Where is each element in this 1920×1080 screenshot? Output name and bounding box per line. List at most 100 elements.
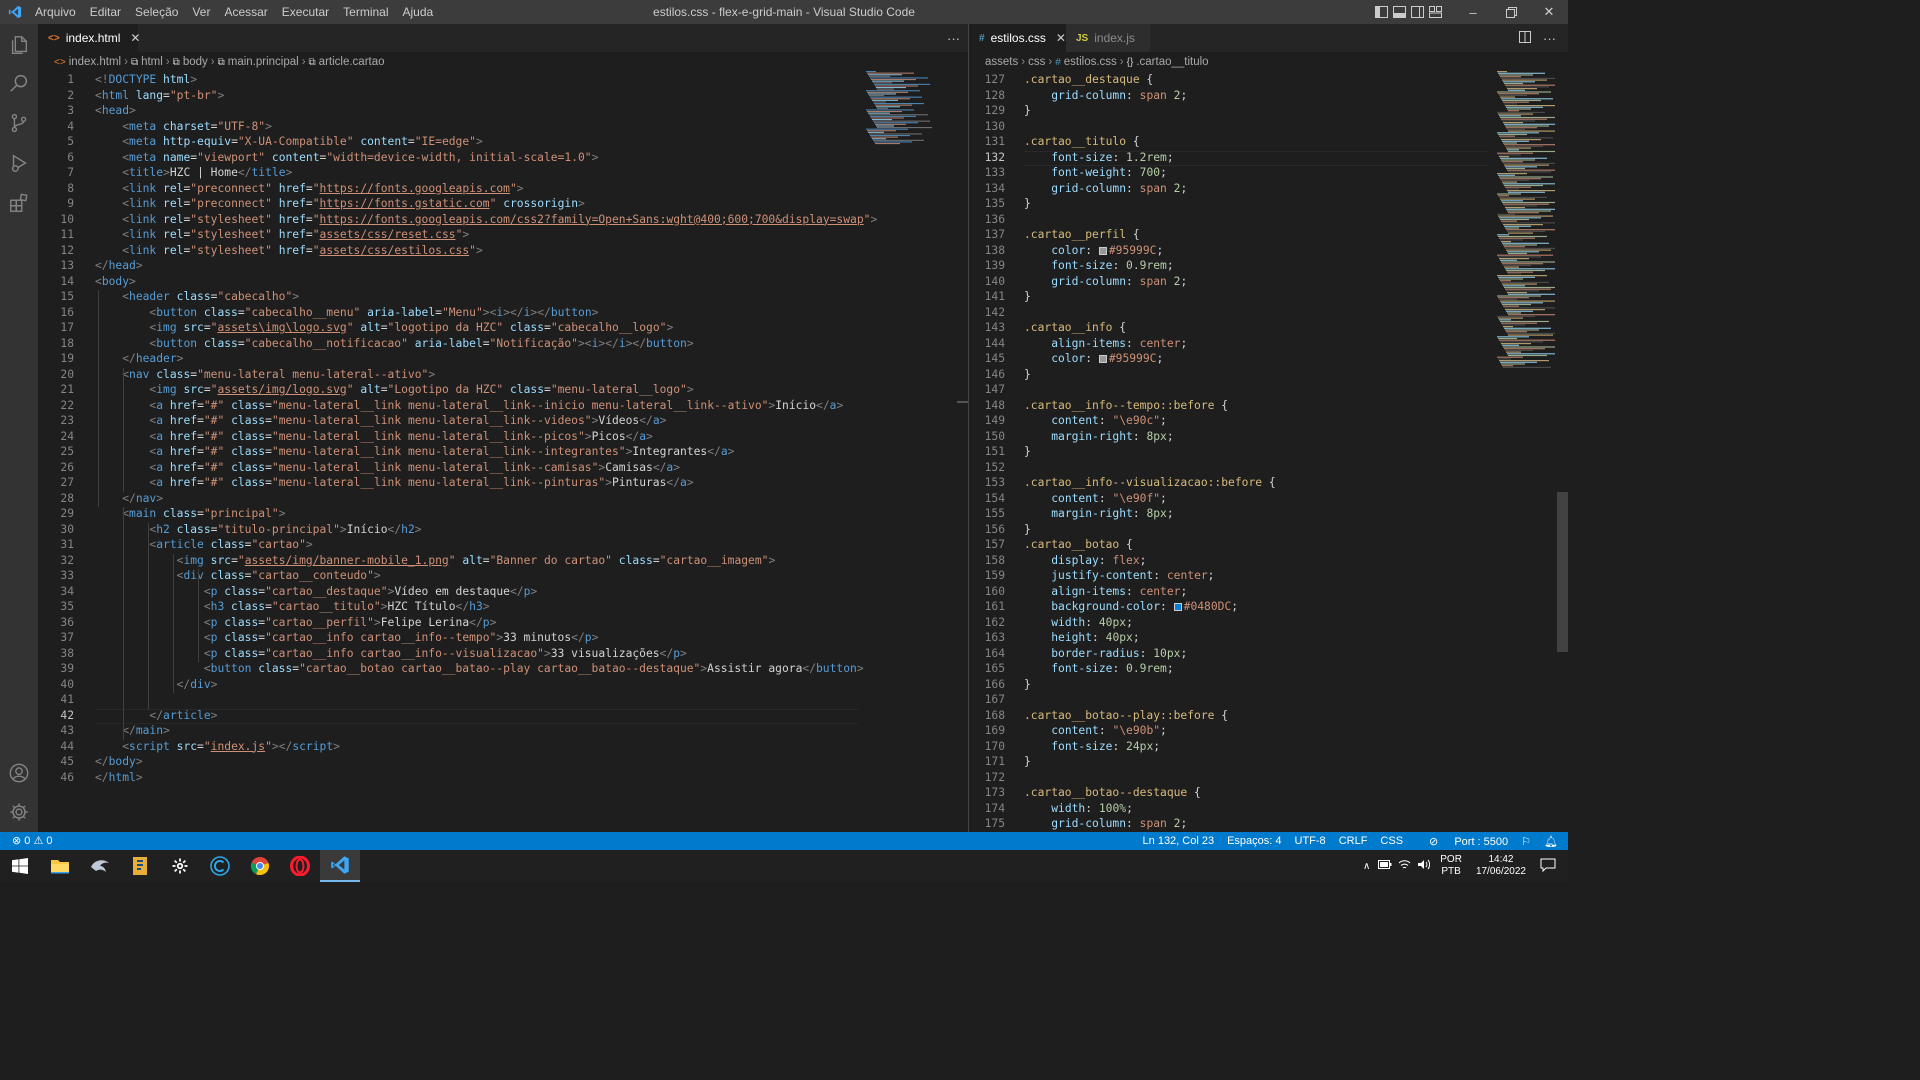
menu-ajuda[interactable]: Ajuda: [396, 0, 441, 24]
line-number[interactable]: 39: [38, 662, 74, 675]
code-line[interactable]: color: #95999C;: [1024, 244, 1163, 257]
code-line[interactable]: .cartao__titulo {: [1024, 135, 1140, 148]
line-number[interactable]: 162: [969, 616, 1005, 629]
photoshop-folder-icon[interactable]: [120, 850, 160, 882]
code-line[interactable]: .cartao__botao--play::before {: [1024, 709, 1228, 722]
code-line[interactable]: width: 100%;: [1024, 802, 1133, 815]
code-line[interactable]: <link rel="stylesheet" href="assets/css/…: [95, 228, 469, 241]
line-number[interactable]: 29: [38, 507, 74, 520]
code-line[interactable]: <p class="cartao__perfil">Felipe Lerina<…: [95, 616, 497, 629]
input-language[interactable]: POR PTB: [1440, 854, 1462, 878]
menu-terminal[interactable]: Terminal: [336, 0, 395, 24]
volume-icon[interactable]: [1417, 859, 1431, 873]
code-line[interactable]: </article>: [95, 709, 217, 722]
line-number[interactable]: 7: [38, 166, 74, 179]
line-number[interactable]: 160: [969, 585, 1005, 598]
code-line[interactable]: .cartao__botao {: [1024, 538, 1133, 551]
code-line[interactable]: <header class="cabecalho">: [95, 290, 299, 303]
minimap-left[interactable]: [864, 71, 954, 151]
code-line[interactable]: .cartao__info--visualizacao::before {: [1024, 476, 1276, 489]
code-line[interactable]: content: "\e90c";: [1024, 414, 1167, 427]
line-number[interactable]: 43: [38, 724, 74, 737]
line-number[interactable]: 166: [969, 678, 1005, 691]
encoding[interactable]: UTF-8: [1295, 835, 1326, 847]
code-line[interactable]: <link rel="stylesheet" href="https://fon…: [95, 213, 877, 226]
code-line[interactable]: font-weight: 700;: [1024, 166, 1167, 179]
line-number[interactable]: 6: [38, 151, 74, 164]
code-line[interactable]: grid-column: span 2;: [1024, 182, 1187, 195]
code-line[interactable]: .cartao__info--tempo::before {: [1024, 399, 1228, 412]
code-line[interactable]: .cartao__botao--destaque {: [1024, 786, 1201, 799]
line-number[interactable]: 168: [969, 709, 1005, 722]
code-line[interactable]: <p class="cartao__info cartao__info--vis…: [95, 647, 687, 660]
code-editor-html[interactable]: 1 <!DOCTYPE html> 2 <html lang="pt-br"> 3 <he…: [38, 71, 968, 832]
code-line[interactable]: <a href="#" class="menu-lateral__link me…: [95, 476, 693, 489]
line-number[interactable]: 19: [38, 352, 74, 365]
code-line[interactable]: <meta charset="UTF-8">: [95, 120, 272, 133]
line-number[interactable]: 12: [38, 244, 74, 257]
code-line[interactable]: font-size: 0.9rem;: [1024, 662, 1173, 675]
code-line[interactable]: grid-column: span 2;: [1024, 817, 1187, 830]
line-number[interactable]: 14: [38, 275, 74, 288]
line-number[interactable]: 13: [38, 259, 74, 272]
line-number[interactable]: 10: [38, 213, 74, 226]
code-line[interactable]: content: "\e90b";: [1024, 724, 1167, 737]
chevron-up-icon[interactable]: ∧: [1363, 861, 1370, 872]
indentation[interactable]: Espaços: 4: [1227, 835, 1281, 847]
line-number[interactable]: 154: [969, 492, 1005, 505]
line-number[interactable]: 131: [969, 135, 1005, 148]
code-line[interactable]: }: [1024, 368, 1031, 381]
code-editor-css[interactable]: 127 .cartao__destaque {128 grid-column: s…: [969, 71, 1568, 832]
line-number[interactable]: 18: [38, 337, 74, 350]
code-line[interactable]: .cartao__perfil {: [1024, 228, 1140, 241]
toggle-secondary-sidebar-icon[interactable]: [1408, 0, 1426, 24]
line-number[interactable]: 155: [969, 507, 1005, 520]
code-line[interactable]: <p class="cartao__destaque">Vídeo em des…: [95, 585, 537, 598]
split-editor-icon[interactable]: [1519, 30, 1531, 46]
code-line[interactable]: <button class="cabecalho__menu" aria-lab…: [95, 306, 598, 319]
code-line[interactable]: </div>: [95, 678, 218, 691]
code-line[interactable]: align-items: center;: [1024, 337, 1187, 350]
code-line[interactable]: <div class="cartao__conteudo">: [95, 569, 381, 582]
line-number[interactable]: 157: [969, 538, 1005, 551]
line-number[interactable]: 5: [38, 135, 74, 148]
feedback-icon[interactable]: ⚐: [1521, 835, 1531, 848]
code-line[interactable]: </header>: [95, 352, 183, 365]
line-number[interactable]: 156: [969, 523, 1005, 536]
line-number[interactable]: 167: [969, 693, 1005, 706]
windows-start-icon[interactable]: [0, 850, 40, 882]
line-number[interactable]: 174: [969, 802, 1005, 815]
menu-editar[interactable]: Editar: [83, 0, 128, 24]
line-number[interactable]: 15: [38, 290, 74, 303]
line-number[interactable]: 1: [38, 73, 74, 86]
line-number[interactable]: 21: [38, 383, 74, 396]
close-tab-icon[interactable]: ✕: [1056, 31, 1066, 45]
line-number[interactable]: 37: [38, 631, 74, 644]
line-number[interactable]: 140: [969, 275, 1005, 288]
code-line[interactable]: <nav class="menu-lateral menu-lateral--a…: [95, 368, 435, 381]
color-swatch-icon[interactable]: [1098, 355, 1107, 363]
kali-dragon-icon[interactable]: [80, 850, 120, 882]
line-number[interactable]: 2: [38, 89, 74, 102]
code-line[interactable]: width: 40px;: [1024, 616, 1133, 629]
code-line[interactable]: <img src="assets/img/banner-mobile_1.png…: [95, 554, 776, 567]
breadcrumb-item[interactable]: index.html: [69, 56, 121, 68]
line-number[interactable]: 44: [38, 740, 74, 753]
code-line[interactable]: }: [1024, 755, 1031, 768]
line-number[interactable]: 163: [969, 631, 1005, 644]
code-line[interactable]: <title>HZC | Home</title>: [95, 166, 292, 179]
line-number[interactable]: 130: [969, 120, 1005, 133]
code-line[interactable]: margin-right: 8px;: [1024, 507, 1173, 520]
breadcrumb-item[interactable]: assets: [985, 56, 1018, 68]
close-tab-icon[interactable]: ✕: [130, 31, 140, 45]
run-debug-icon[interactable]: [0, 144, 38, 182]
line-number[interactable]: 36: [38, 616, 74, 629]
line-number[interactable]: 138: [969, 244, 1005, 257]
line-number[interactable]: 30: [38, 523, 74, 536]
menu-selecao[interactable]: Seleção: [128, 0, 185, 24]
line-number[interactable]: 135: [969, 197, 1005, 210]
search-icon[interactable]: [0, 64, 38, 102]
code-line[interactable]: <body>: [95, 275, 136, 288]
breadcrumb-item[interactable]: body: [183, 56, 208, 68]
code-line[interactable]: </main>: [95, 724, 170, 737]
